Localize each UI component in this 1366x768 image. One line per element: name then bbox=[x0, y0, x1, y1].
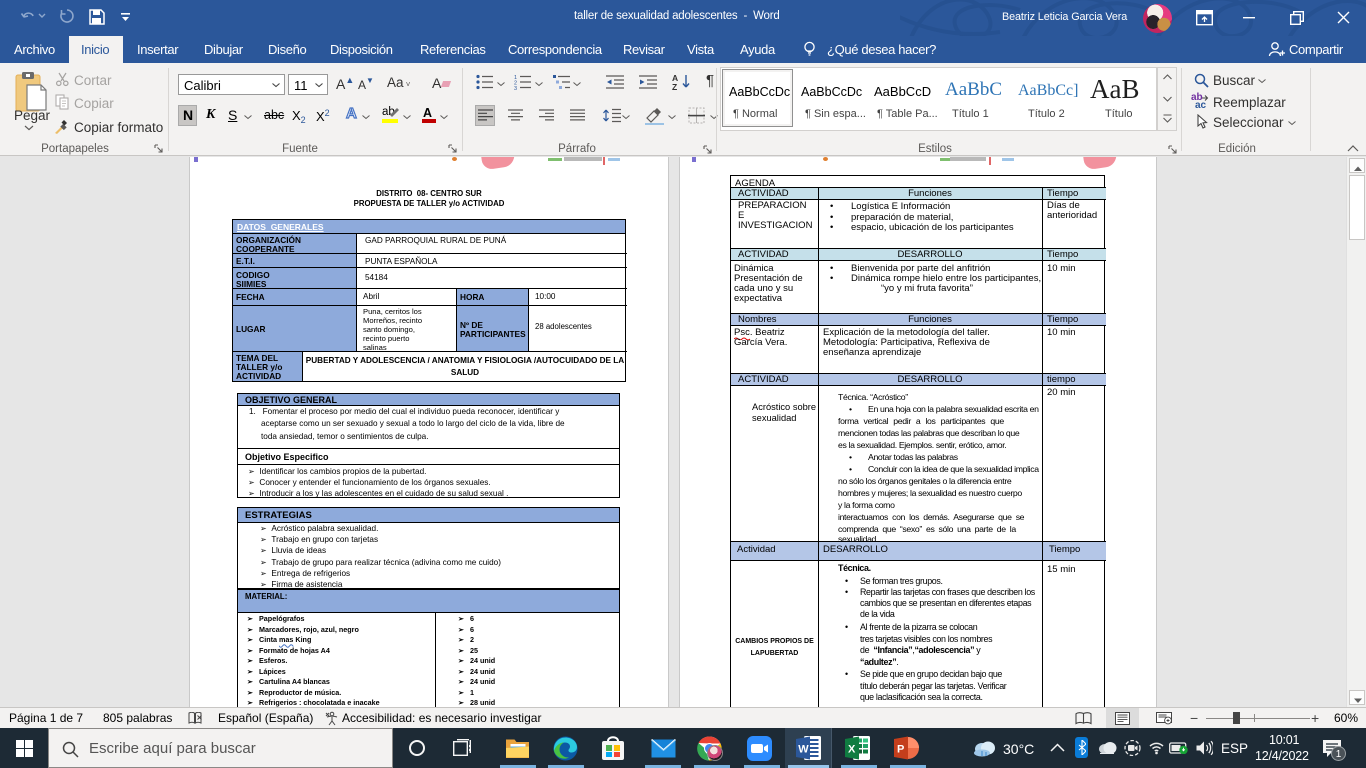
svg-text:P: P bbox=[897, 744, 904, 756]
svg-text:W: W bbox=[798, 744, 809, 756]
svg-text:3: 3 bbox=[514, 86, 517, 90]
svg-text:Z: Z bbox=[672, 82, 677, 91]
svg-text:X: X bbox=[848, 744, 856, 756]
